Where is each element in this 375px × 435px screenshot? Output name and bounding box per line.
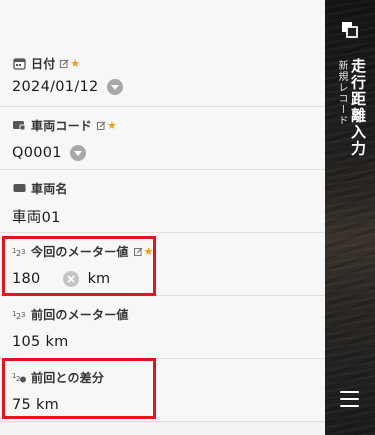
number-field-icon: 123: [12, 307, 26, 321]
calendar-icon: [12, 56, 26, 70]
current-meter-unit: km: [87, 271, 111, 287]
copy-icon[interactable]: [341, 21, 359, 39]
field-vehicle-code: 車両コード ★ Q0001: [0, 107, 325, 170]
previous-meter-value: 105 km: [12, 334, 69, 350]
required-star-icon: ★: [143, 244, 154, 258]
vehicle-name-value: 車両01: [12, 209, 61, 226]
required-star-icon: ★: [107, 118, 117, 132]
svg-text:3: 3: [21, 311, 25, 319]
vehicle-code-value[interactable]: Q0001: [12, 145, 62, 161]
text-field-icon: [12, 181, 26, 195]
editable-icon: [133, 247, 143, 256]
hamburger-menu-icon[interactable]: [340, 391, 359, 407]
clear-icon[interactable]: [62, 271, 79, 287]
difference-value: 75 km: [12, 397, 60, 413]
current-meter-label: 今回のメーター値: [31, 244, 129, 259]
record-form: 日付 ★ 2024/01/12 車両コード ★ Q0001 車両名 車両01 1…: [0, 0, 325, 435]
date-value[interactable]: 2024/01/12: [12, 79, 99, 95]
svg-text:3: 3: [21, 248, 25, 256]
required-star-icon: ★: [70, 56, 81, 70]
calculated-field-icon: 12: [12, 370, 26, 384]
vehicle-name-label: 車両名: [31, 181, 68, 196]
current-meter-input[interactable]: 180: [12, 271, 41, 287]
screen-title: 走行距離入力: [349, 58, 367, 157]
editable-icon: [97, 121, 106, 130]
previous-meter-label: 前回のメーター値: [31, 307, 129, 322]
editable-icon: [60, 59, 69, 68]
field-date: 日付 ★ 2024/01/12: [0, 0, 325, 107]
field-difference: 12 前回との差分 75 km: [0, 359, 325, 422]
field-current-meter: 123 今回のメーター値 ★ 180 km: [0, 233, 325, 296]
number-field-icon: 123: [12, 244, 26, 258]
difference-label: 前回との差分: [31, 370, 105, 385]
screen-subtitle: 新規レコード: [336, 60, 347, 126]
date-dropdown-button[interactable]: [106, 79, 123, 95]
vehicle-code-label: 車両コード: [31, 118, 93, 133]
field-vehicle-name: 車両名 車両01: [0, 170, 325, 233]
date-label: 日付: [31, 56, 56, 71]
vehicle-code-dropdown-button[interactable]: [69, 145, 86, 161]
svg-text:2: 2: [16, 375, 20, 383]
vehicle-code-icon: [12, 118, 26, 132]
field-previous-meter: 123 前回のメーター値 105 km: [0, 296, 325, 359]
